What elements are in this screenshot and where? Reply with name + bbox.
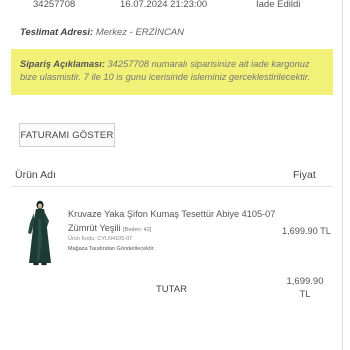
order-note-label: Sipariş Açıklaması: — [20, 59, 105, 69]
product-column-header: Ürün Adı — [15, 169, 56, 181]
order-summary-row: 34257708 16.07.2024 21:23:00 İade Edildi — [0, 0, 343, 12]
total-amount: 1,699.90 TL — [283, 276, 327, 301]
dress-thumbnail-icon — [28, 200, 51, 266]
order-detail-panel: 34257708 16.07.2024 21:23:00 İade Edildi… — [0, 0, 343, 350]
product-name[interactable]: Kruvaze Yaka Şifon Kumaş Tesettür Abiye … — [68, 209, 275, 219]
product-color-value: Zümrüt Yeşili — [68, 223, 121, 233]
product-code: Ürün Kodu: CYLN4105-07 — [68, 236, 133, 242]
total-label: TUTAR — [156, 284, 187, 295]
delivery-address-label: Teslimat Adresi: — [20, 27, 94, 38]
delivery-address: Teslimat Adresi: Merkez - ERZİNCAN — [20, 27, 184, 38]
total-amount-value: 1,699.90 — [286, 276, 324, 287]
show-invoice-button[interactable]: FATURAMI GÖSTER — [19, 123, 115, 147]
product-thumbnail[interactable] — [20, 199, 58, 267]
product-color: Zümrüt Yeşili [Beden: 42] — [68, 223, 151, 233]
product-price: 1,699.90 TL — [282, 226, 331, 236]
delivery-address-value: Merkez - ERZİNCAN — [95, 27, 185, 38]
price-column-header: Fiyat — [293, 169, 316, 181]
header-divider — [11, 186, 333, 187]
product-seller-note: Mağaza Tarafından Gönderilecektir. — [68, 246, 155, 252]
order-date: 16.07.2024 21:23:00 — [120, 0, 208, 10]
product-size: [Beden: 42] — [123, 227, 152, 233]
order-note-box: Sipariş Açıklaması: 34257708 numaralı si… — [11, 49, 333, 95]
total-amount-currency: TL — [299, 288, 311, 300]
order-number: 34257708 — [33, 0, 76, 10]
order-status: İade Edildi — [256, 0, 301, 10]
